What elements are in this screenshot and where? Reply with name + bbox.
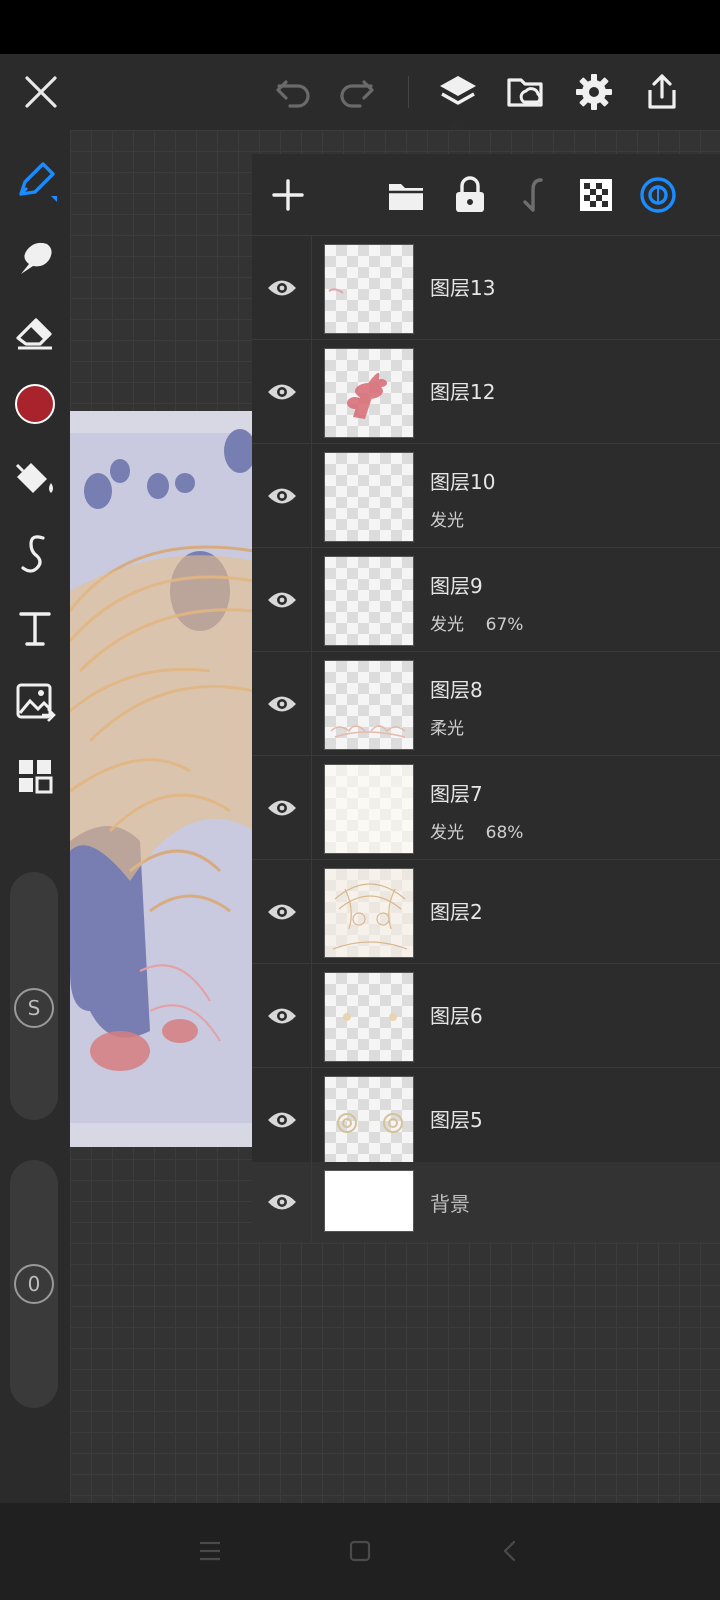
layer-row[interactable]: 图层12 bbox=[252, 340, 720, 444]
system-nav-bar bbox=[0, 1503, 720, 1600]
cloud-folder-icon[interactable] bbox=[502, 68, 550, 116]
layer-name: 图层12 bbox=[430, 380, 496, 404]
eye-icon[interactable] bbox=[252, 340, 312, 443]
merge-down-icon[interactable] bbox=[510, 171, 558, 219]
brush-size-handle[interactable]: S bbox=[14, 988, 54, 1028]
layer-name: 图层7 bbox=[430, 782, 483, 806]
toolbar-divider bbox=[408, 76, 409, 108]
eye-icon[interactable] bbox=[252, 444, 312, 547]
layer-row[interactable]: 图层6 bbox=[252, 964, 720, 1068]
redo-icon[interactable] bbox=[332, 68, 380, 116]
share-icon[interactable] bbox=[638, 68, 686, 116]
fill-bucket-icon[interactable] bbox=[11, 454, 59, 502]
close-icon[interactable] bbox=[17, 68, 65, 116]
layer-row[interactable]: 图层7 发光 68% bbox=[252, 756, 720, 860]
folder-icon[interactable] bbox=[382, 171, 430, 219]
top-toolbar bbox=[0, 54, 720, 130]
layers-icon[interactable] bbox=[434, 68, 482, 116]
eraser-tool-icon[interactable] bbox=[11, 308, 59, 356]
layer-row[interactable]: 图层8 柔光 bbox=[252, 652, 720, 756]
home-nav-icon[interactable] bbox=[338, 1529, 382, 1573]
brush-opacity-slider[interactable]: 0 bbox=[10, 1160, 58, 1408]
layer-row[interactable]: 图层9 发光 67% bbox=[252, 548, 720, 652]
layer-options-icon[interactable] bbox=[634, 171, 682, 219]
eye-icon[interactable] bbox=[252, 756, 312, 859]
layer-name: 图层2 bbox=[430, 900, 483, 924]
layer-thumbnail bbox=[324, 868, 414, 958]
layer-name: 图层5 bbox=[430, 1108, 483, 1132]
brush-opacity-handle[interactable]: 0 bbox=[14, 1264, 54, 1304]
current-color-swatch[interactable] bbox=[15, 384, 55, 424]
layer-thumbnail bbox=[324, 452, 414, 542]
layer-row[interactable]: 图层2 bbox=[252, 860, 720, 964]
undo-icon[interactable] bbox=[270, 68, 318, 116]
layer-name: 图层10 bbox=[430, 470, 496, 494]
eye-icon[interactable] bbox=[252, 1162, 312, 1242]
background-layer-row[interactable]: 背景 bbox=[252, 1162, 720, 1242]
layers-panel-header bbox=[252, 154, 720, 236]
layer-name: 图层13 bbox=[430, 276, 496, 300]
layer-name: 背景 bbox=[430, 1192, 470, 1216]
filter-grid-icon[interactable] bbox=[11, 752, 59, 800]
brush-size-slider[interactable]: S bbox=[10, 872, 58, 1120]
layer-thumbnail bbox=[324, 660, 414, 750]
layer-thumbnail bbox=[324, 244, 414, 334]
eye-icon[interactable] bbox=[252, 548, 312, 651]
gear-icon[interactable] bbox=[570, 68, 618, 116]
layers-panel: 图层13 图层12 图层10 发光 图层9 发光 67% 图层8 柔光 图层7 … bbox=[252, 154, 720, 1242]
pen-tool-icon[interactable] bbox=[11, 158, 59, 206]
layer-thumbnail bbox=[324, 348, 414, 438]
color-picker[interactable] bbox=[11, 380, 59, 428]
layer-blend-mode: 发光 67% bbox=[430, 615, 524, 635]
eye-icon[interactable] bbox=[252, 236, 312, 339]
smudge-tool-icon[interactable] bbox=[11, 234, 59, 282]
curve-tool-icon[interactable] bbox=[11, 530, 59, 578]
layer-thumbnail bbox=[324, 556, 414, 646]
layer-row[interactable]: 图层5 bbox=[252, 1068, 720, 1172]
back-nav-icon[interactable] bbox=[488, 1529, 532, 1573]
left-toolbar: S 0 bbox=[0, 130, 70, 1503]
layer-thumbnail bbox=[324, 1076, 414, 1166]
text-tool-icon[interactable] bbox=[11, 604, 59, 652]
artwork-canvas[interactable] bbox=[70, 411, 254, 1147]
layer-blend-mode: 发光 bbox=[430, 511, 464, 531]
layer-thumbnail bbox=[324, 764, 414, 854]
eye-icon[interactable] bbox=[252, 652, 312, 755]
layer-thumbnail bbox=[324, 972, 414, 1062]
image-import-icon[interactable] bbox=[11, 678, 59, 726]
layers-panel-pointer bbox=[446, 118, 470, 130]
status-bar bbox=[0, 0, 720, 54]
menu-nav-icon[interactable] bbox=[188, 1529, 232, 1573]
layer-thumbnail bbox=[324, 1170, 414, 1232]
layer-name: 图层6 bbox=[430, 1004, 483, 1028]
layer-blend-mode: 发光 68% bbox=[430, 823, 524, 843]
layer-row[interactable]: 图层13 bbox=[252, 236, 720, 340]
layer-name: 图层9 bbox=[430, 574, 483, 598]
eye-icon[interactable] bbox=[252, 1068, 312, 1171]
layer-name: 图层8 bbox=[430, 678, 483, 702]
checkerboard-icon[interactable] bbox=[572, 171, 620, 219]
eye-icon[interactable] bbox=[252, 860, 312, 963]
eye-icon[interactable] bbox=[252, 964, 312, 1067]
lock-icon[interactable] bbox=[446, 171, 494, 219]
layer-blend-mode: 柔光 bbox=[430, 719, 464, 739]
layer-row[interactable]: 图层10 发光 bbox=[252, 444, 720, 548]
add-layer-icon[interactable] bbox=[264, 171, 312, 219]
